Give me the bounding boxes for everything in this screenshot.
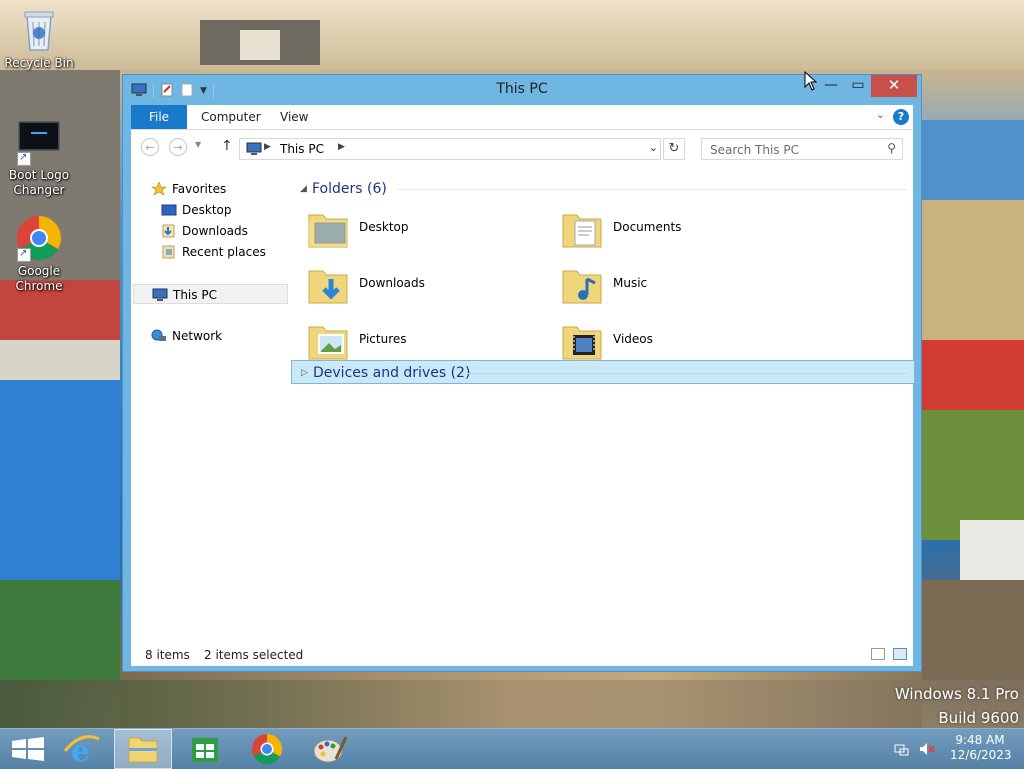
taskbar: e 9:48 AM 12/6/2023: [0, 728, 1024, 769]
clock-time: 9:48 AM: [955, 733, 1005, 747]
this-pc-icon: [152, 288, 168, 302]
window-body: File Computer View ⌄ ? ← → ▼ ↑ ▶ This PC…: [131, 105, 915, 666]
recent-locations-icon[interactable]: ▼: [195, 140, 201, 149]
item-count: 8 items: [145, 648, 190, 662]
desktop-icon: [161, 203, 177, 217]
content-pane: ◢ Folders (6) Desktop Documents Download…: [291, 167, 915, 637]
paint-palette-icon: [313, 736, 348, 763]
nav-item-recent-places[interactable]: Recent places: [161, 242, 281, 262]
desktop-icon-recycle-bin[interactable]: Recycle Bin: [3, 6, 75, 71]
chrome-icon: [252, 734, 283, 765]
nav-item-network[interactable]: Network: [151, 326, 281, 346]
recent-places-icon: [161, 245, 177, 259]
internet-explorer-icon: e: [63, 734, 100, 769]
selected-count: 2 items selected: [204, 648, 304, 662]
music-folder-icon: [561, 263, 605, 307]
group-header-devices-and-drives[interactable]: ▷ Devices and drives (2): [291, 360, 915, 384]
breadcrumb-arrow-icon[interactable]: ▶: [264, 142, 271, 152]
desktop-folder-icon: [307, 207, 351, 251]
search-box[interactable]: ⚲: [701, 138, 903, 160]
group-header-folders[interactable]: ◢ Folders (6): [297, 177, 907, 201]
address-bar[interactable]: ▶ This PC ▶ ⌄: [239, 138, 661, 160]
ribbon-tab-bar: File Computer View ⌄ ?: [131, 105, 913, 130]
pictures-folder-icon: [307, 319, 351, 363]
monitor-icon: [15, 118, 63, 166]
store-icon: [192, 738, 218, 762]
nav-item-favorites[interactable]: Favorites: [151, 179, 281, 199]
taskbar-google-chrome[interactable]: [238, 729, 296, 769]
shortcut-arrow-icon: [17, 246, 31, 262]
navigation-pane: Favorites Desktop Downloads Recent place…: [131, 167, 291, 637]
help-button[interactable]: ?: [893, 109, 909, 125]
this-pc-icon: [246, 142, 262, 159]
watermark-build: Build 9600: [938, 709, 1019, 727]
search-icon[interactable]: ⚲: [887, 141, 896, 155]
recycle-bin-icon: [15, 6, 63, 54]
desktop-icon-boot-logo-changer[interactable]: Boot Logo Changer: [3, 118, 75, 198]
forward-button[interactable]: →: [169, 138, 187, 156]
breadcrumb-this-pc[interactable]: This PC: [280, 142, 324, 156]
network-tray-icon[interactable]: [894, 741, 910, 760]
refresh-button[interactable]: ↻: [663, 138, 685, 160]
folder-tile-downloads[interactable]: Downloads: [307, 261, 547, 311]
close-button[interactable]: ✕: [871, 75, 917, 97]
details-view-icon[interactable]: [871, 648, 885, 660]
clock[interactable]: 9:48 AM 12/6/2023: [950, 733, 1012, 763]
taskbar-file-explorer[interactable]: [114, 729, 172, 769]
search-input[interactable]: [708, 142, 882, 158]
status-bar: 8 items 2 items selected: [131, 645, 913, 666]
taskbar-store[interactable]: [176, 729, 234, 769]
desktop-icon-label: Boot Logo Changer: [8, 168, 70, 197]
nav-item-desktop[interactable]: Desktop: [161, 200, 281, 220]
up-button[interactable]: ↑: [221, 138, 233, 154]
large-icons-view-icon[interactable]: [893, 648, 907, 660]
desktop-icon-label: Recycle Bin: [4, 56, 74, 70]
star-icon: [151, 181, 167, 196]
nav-item-downloads[interactable]: Downloads: [161, 221, 281, 241]
expand-ribbon-icon[interactable]: ⌄: [876, 108, 885, 121]
clock-date: 12/6/2023: [950, 748, 1012, 762]
back-button[interactable]: ←: [141, 138, 159, 156]
collapse-triangle-icon: ◢: [300, 184, 307, 194]
folder-tile-documents[interactable]: Documents: [561, 205, 801, 255]
folder-tile-desktop[interactable]: Desktop: [307, 205, 547, 255]
taskbar-internet-explorer[interactable]: e: [53, 729, 111, 769]
tab-file[interactable]: File: [131, 105, 187, 129]
tab-computer[interactable]: Computer: [189, 105, 273, 129]
downloads-folder-icon: [307, 263, 351, 307]
shortcut-arrow-icon: [17, 150, 31, 166]
desktop-icon-label: Google Chrome: [15, 264, 63, 293]
address-dropdown-icon[interactable]: ⌄: [649, 141, 658, 154]
watermark-edition: Windows 8.1 Pro: [894, 685, 1019, 703]
taskbar-paint[interactable]: [300, 729, 358, 769]
windows-logo-icon: [12, 737, 44, 761]
nav-item-this-pc[interactable]: This PC: [133, 284, 288, 304]
mouse-cursor-icon: [804, 70, 818, 94]
explorer-window: ▼ This PC — ▭ ✕ File Computer View ⌄ ? ←…: [122, 74, 922, 672]
documents-folder-icon: [561, 207, 605, 251]
videos-folder-icon: [561, 319, 605, 363]
network-icon: [151, 329, 167, 343]
tab-view[interactable]: View: [268, 105, 320, 129]
folder-tile-music[interactable]: Music: [561, 261, 801, 311]
windows-version-watermark: Windows 8.1 Pro Build 9600: [895, 682, 1019, 730]
desktop-icon-google-chrome[interactable]: Google Chrome: [3, 214, 75, 294]
navigation-bar: ← → ▼ ↑ ▶ This PC ▶ ⌄ ↻ ⚲: [131, 130, 913, 166]
window-title: This PC: [496, 81, 548, 97]
file-explorer-icon: [128, 737, 158, 763]
expand-triangle-icon: ▷: [301, 368, 308, 378]
chrome-icon: [15, 214, 63, 262]
start-button[interactable]: [0, 729, 58, 769]
maximize-button[interactable]: ▭: [844, 75, 872, 97]
title-bar[interactable]: ▼ This PC — ▭ ✕: [123, 75, 921, 105]
volume-muted-icon[interactable]: [918, 741, 936, 760]
system-tray: 9:48 AM 12/6/2023: [884, 729, 1024, 769]
minimize-button[interactable]: —: [817, 75, 845, 97]
breadcrumb-arrow-icon[interactable]: ▶: [338, 142, 345, 152]
downloads-icon: [161, 224, 177, 238]
